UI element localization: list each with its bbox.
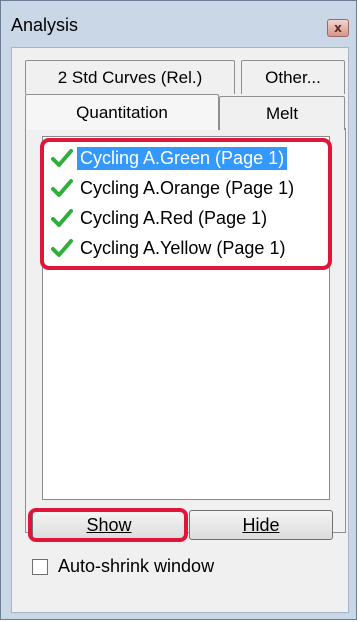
title-bar[interactable]: Analysis x: [1, 1, 356, 47]
list-item[interactable]: Cycling A.Green (Page 1): [51, 143, 288, 173]
list-item-label: Cycling A.Green (Page 1): [77, 146, 288, 170]
auto-shrink-checkbox[interactable]: [32, 558, 48, 575]
close-button[interactable]: x: [327, 19, 349, 37]
list-item-label: Cycling A.Red (Page 1): [80, 207, 268, 228]
list-item[interactable]: Cycling A.Yellow (Page 1): [51, 233, 288, 263]
list-item[interactable]: Cycling A.Orange (Page 1): [51, 173, 297, 203]
check-icon: [51, 179, 73, 197]
tab-other[interactable]: Other...: [241, 60, 345, 94]
auto-shrink-option[interactable]: Auto-shrink window: [32, 556, 214, 577]
window-title: Analysis: [11, 15, 79, 35]
analysis-window: Analysis x 2 Std Curves (Rel.) Other... …: [0, 0, 357, 620]
close-icon: x: [334, 21, 342, 35]
check-icon: [51, 239, 73, 257]
tab-label: Quantitation: [76, 102, 168, 122]
list-item[interactable]: Cycling A.Red (Page 1): [51, 203, 270, 233]
list-item-label: Cycling A.Yellow (Page 1): [80, 237, 286, 258]
hide-button-label: Hide: [242, 514, 280, 535]
check-icon: [51, 149, 73, 167]
show-button[interactable]: Show: [32, 510, 186, 540]
show-button-label: Show: [86, 514, 132, 535]
tab-quantitation[interactable]: Quantitation: [25, 94, 219, 130]
check-icon: [51, 209, 73, 227]
analysis-list[interactable]: Cycling A.Green (Page 1) Cycling A.Orang…: [42, 136, 330, 500]
auto-shrink-label: Auto-shrink window: [58, 556, 215, 576]
tab-label: 2 Std Curves (Rel.): [57, 67, 203, 87]
tab-label: Other...: [265, 67, 321, 87]
tab-label: Melt: [265, 103, 299, 123]
list-item-label: Cycling A.Orange (Page 1): [80, 177, 295, 198]
analysis-panel: 2 Std Curves (Rel.) Other... Quantitatio…: [11, 47, 349, 613]
tab-2-std-curves[interactable]: 2 Std Curves (Rel.): [25, 60, 235, 94]
hide-button[interactable]: Hide: [189, 510, 333, 540]
tab-melt[interactable]: Melt: [219, 96, 345, 130]
